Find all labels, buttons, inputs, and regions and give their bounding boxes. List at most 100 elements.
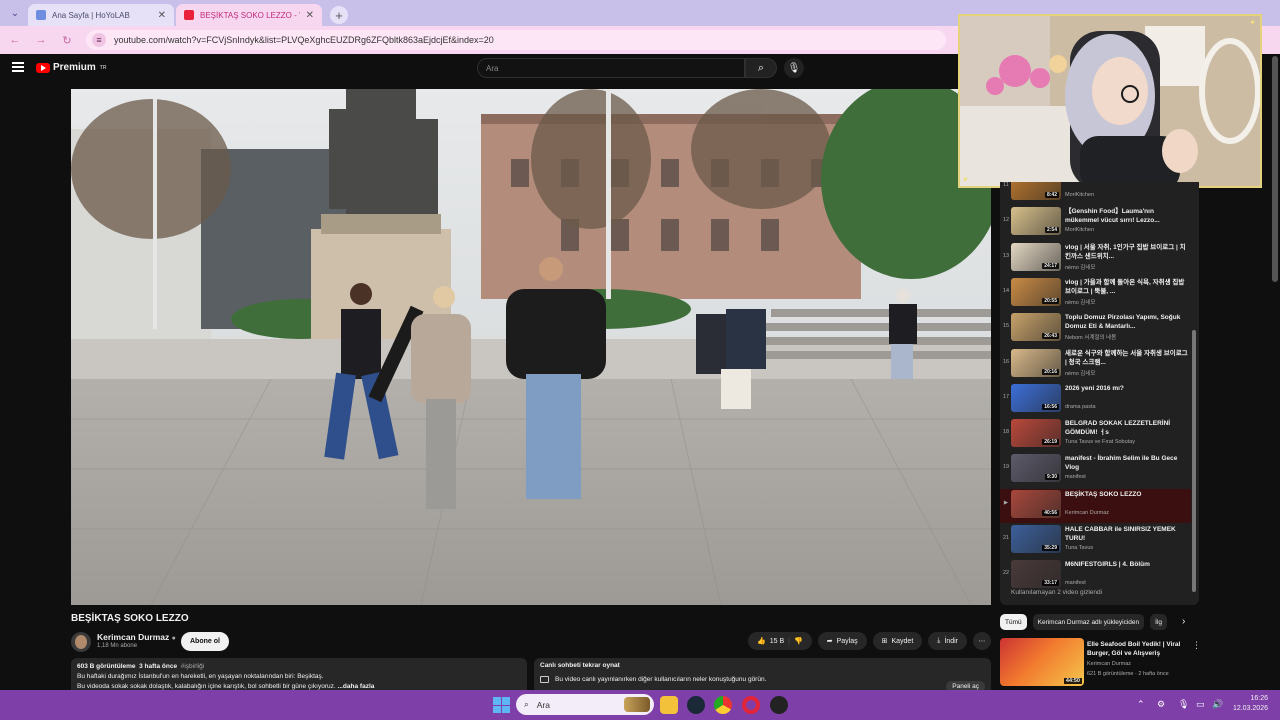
chip-all[interactable]: Tümü (1000, 614, 1027, 630)
playlist-scrollbar[interactable] (1192, 330, 1196, 592)
recommended-channel[interactable]: Kerimcan Durmaz (1087, 661, 1131, 667)
taskbar-search-text: Ara (536, 699, 550, 710)
playlist-item-title[interactable]: vlog | 가을과 함께 돌아온 식욕, 자취생 집밥 브이로그 | 뚝불, … (1065, 278, 1189, 296)
share-button[interactable]: ➦ Paylaş (817, 632, 867, 650)
playlist-item[interactable]: 16 20:16 새로운 식구와 함께하는 서울 자취생 브이로그 | 청국 스크램… (1000, 348, 1191, 382)
like-button[interactable]: 👍 15 B | 👎 (748, 632, 812, 650)
close-tab-icon[interactable]: ✕ (306, 10, 314, 21)
steam-icon[interactable] (687, 696, 705, 714)
more-icon[interactable]: ⋮ (1192, 640, 1201, 651)
playlist-item[interactable]: 13 24:17 vlog | 서울 자취, 1인가구 집밥 브이로그 | 치킨까스… (1000, 242, 1191, 276)
playlist-item[interactable]: 19 9:30 manifest - İbrahim Selim ile Bu Ge… (1000, 453, 1191, 487)
playlist-item[interactable]: 18 26:19 BELGRAD SOKAK LEZZETLERİNİ GÖMDÜM… (1000, 418, 1191, 452)
download-button[interactable]: ⤓ İndir (928, 632, 967, 650)
thumbs-up-icon: 👍 (757, 638, 766, 645)
windows-start-icon[interactable] (492, 696, 510, 714)
recommended-video[interactable]: 44:50 Elle Seafood Boil Yedik! | Viral B… (1000, 638, 1201, 688)
logo-country: TR (99, 64, 107, 71)
playlist-thumbnail[interactable]: 8:42 (1011, 182, 1061, 200)
recommended-duration: 44:50 (1063, 678, 1082, 684)
search-input[interactable]: Ara (477, 58, 745, 78)
playlist-item-title[interactable]: BEŞİKTAŞ SOKO LEZZO (1065, 490, 1189, 499)
playlist-item-title[interactable]: vlog | 서울 자취, 1인가구 집밥 브이로그 | 치킨까스 샌드위치..… (1065, 243, 1189, 261)
browser-tab-youtube[interactable]: BEŞİKTAŞ SOKO LEZZO - YouTube ✕ (176, 4, 322, 26)
subscribe-button[interactable]: Abone ol (181, 632, 229, 651)
search-button[interactable]: ⌕ (745, 58, 777, 78)
playlist-item[interactable]: ▶ 40:56 BEŞİKTAŞ SOKO LEZZO Kerimcan Durmaz (1000, 488, 1191, 523)
playlist-thumbnail[interactable]: 2:54 (1011, 207, 1061, 236)
playlist-item-title[interactable]: BELGRAD SOKAK LEZZETLERİNİ GÖMDÜM! ㅓs (1065, 419, 1189, 437)
playlist-item[interactable]: 15 26:43 Toplu Domuz Pirzolası Yapımı, Soğ… (1000, 312, 1191, 346)
playlist-item[interactable]: 14 20:55 vlog | 가을과 함께 돌아온 식욕, 자취생 집밥 브이로그… (1000, 277, 1191, 311)
playlist-thumbnail[interactable]: 20:55 (1011, 277, 1061, 306)
playlist-item-title[interactable]: HALE CABBAR ile SINIRSIZ YEMEK TURU! (1065, 525, 1189, 543)
clock-time: 16:26 (1250, 695, 1268, 702)
url-field[interactable]: ≡ youtube.com/watch?v=FCVjSnIndyk&list=P… (86, 30, 946, 50)
playlist-thumbnail[interactable]: 9:30 (1011, 454, 1061, 483)
playlist-item[interactable]: 118:42karakterin tüp aşağı suşisine...Mo… (1000, 182, 1191, 205)
playlist-item-title[interactable]: M6NIFESTGIRLS | 4. Bölüm (1065, 560, 1189, 569)
close-tab-icon[interactable]: ✕ (158, 10, 166, 21)
hashtag[interactable]: #işbirliği (181, 663, 204, 670)
playlist-thumbnail[interactable]: 26:19 (1011, 419, 1061, 448)
app-icon[interactable] (770, 696, 788, 714)
opera-icon[interactable] (742, 696, 760, 714)
taskbar-search[interactable]: ⌕ Ara (516, 694, 654, 715)
video-player[interactable] (71, 89, 991, 605)
page-scrollbar[interactable] (1272, 56, 1278, 282)
chrome-icon[interactable] (714, 696, 732, 714)
playlist-item[interactable]: 21 35:29 HALE CABBAR ile SINIRSIZ YEMEK TU… (1000, 524, 1191, 558)
reload-icon[interactable]: ↻ (60, 34, 74, 47)
playlist-thumbnail[interactable]: 26:43 (1011, 313, 1061, 342)
taskbar: ⌕ Ara ⌃ ⚙ 🎙 ▭ 🔊 16:26 12.03.2026 (0, 690, 1280, 720)
display-icon[interactable]: ▭ (1196, 699, 1205, 710)
tray-chevron-icon[interactable]: ⌃ (1137, 699, 1145, 710)
tab-search-icon[interactable]: ⌄ (4, 2, 26, 24)
channel-avatar[interactable] (71, 632, 91, 652)
recommended-title[interactable]: Elle Seafood Boil Yedik! | Viral Burger,… (1087, 640, 1187, 658)
hidden-videos-note: Kullanılamayan 2 video gizlendi (1011, 589, 1103, 596)
playlist-item-title[interactable]: manifest - İbrahim Selim ile Bu Gece Vlo… (1065, 454, 1189, 472)
subscriber-count: 1,18 Mn abone (97, 643, 138, 649)
show-more-link[interactable]: ...daha fazla (338, 683, 375, 690)
menu-icon[interactable] (12, 62, 24, 72)
back-icon[interactable]: ← (8, 34, 22, 46)
site-info-icon[interactable]: ≡ (92, 33, 106, 47)
playlist-thumbnail[interactable]: 20:16 (1011, 348, 1061, 377)
search-highlight-image (624, 697, 650, 712)
sparkle-icon: ✦ (962, 175, 969, 184)
voice-search-button[interactable]: 🎙 (784, 58, 804, 78)
playlist-thumbnail[interactable]: 40:56 (1011, 489, 1061, 518)
playlist-item[interactable]: 12 2:54 【Genshin Food】Lauma'nın mükemmel v… (1000, 206, 1191, 240)
playlist-thumbnail[interactable]: 24:17 (1011, 242, 1061, 271)
file-explorer-icon[interactable] (660, 696, 678, 714)
playlist-item-channel: Nebom 서계절의 네몸 (1065, 335, 1117, 342)
volume-icon[interactable]: 🔊 (1212, 699, 1223, 710)
playlist-item-title[interactable]: 2026 yeni 2016 mı? (1065, 384, 1189, 393)
system-clock[interactable]: 16:26 12.03.2026 (1226, 694, 1268, 714)
youtube-logo[interactable]: Premium TR (36, 62, 106, 73)
playlist-thumbnail[interactable]: 35:29 (1011, 525, 1061, 553)
more-actions-button[interactable]: ⋯ (973, 632, 991, 650)
chip-uploader[interactable]: Kerimcan Durmaz adlı yükleyiciden (1032, 614, 1145, 630)
network-app-icon[interactable]: ⚙ (1157, 699, 1165, 710)
playlist-item-title[interactable]: Toplu Domuz Pirzolası Yapımı, Soğuk Domu… (1065, 313, 1189, 331)
save-label: Kaydet (891, 637, 914, 645)
new-tab-button[interactable]: + (330, 6, 348, 24)
verified-icon: ● (171, 635, 176, 642)
chip-related[interactable]: İlg (1150, 614, 1168, 630)
playlist-thumbnail[interactable]: 33:17 (1011, 560, 1061, 589)
save-button[interactable]: ⊞ Kaydet (872, 632, 923, 650)
channel-name[interactable]: Kerimcan Durmaz ● (97, 632, 176, 642)
playlist-item-title[interactable]: 【Genshin Food】Lauma'nın mükemmel vücut s… (1065, 207, 1189, 225)
microphone-icon[interactable]: 🎙 (1178, 699, 1189, 710)
playlist-item-channel: manifest (1065, 580, 1086, 587)
playlist-item[interactable]: 17 16:56 2026 yeni 2016 mı? drama pasta (1000, 383, 1191, 417)
playlist-item-title[interactable]: 새로운 식구와 함께하는 서울 자취생 브이로그 | 청국 스크램... (1065, 349, 1189, 367)
forward-icon[interactable]: → (34, 34, 48, 46)
chip-next-icon[interactable]: › (1182, 616, 1185, 627)
recommended-thumbnail[interactable]: 44:50 (1000, 638, 1084, 686)
browser-tab-hoyolab[interactable]: Ana Sayfa | HoYoLAB ✕ (28, 4, 174, 26)
playlist-thumbnail[interactable]: 16:56 (1011, 383, 1061, 412)
thumbs-down-icon[interactable]: 👎 (794, 637, 803, 645)
